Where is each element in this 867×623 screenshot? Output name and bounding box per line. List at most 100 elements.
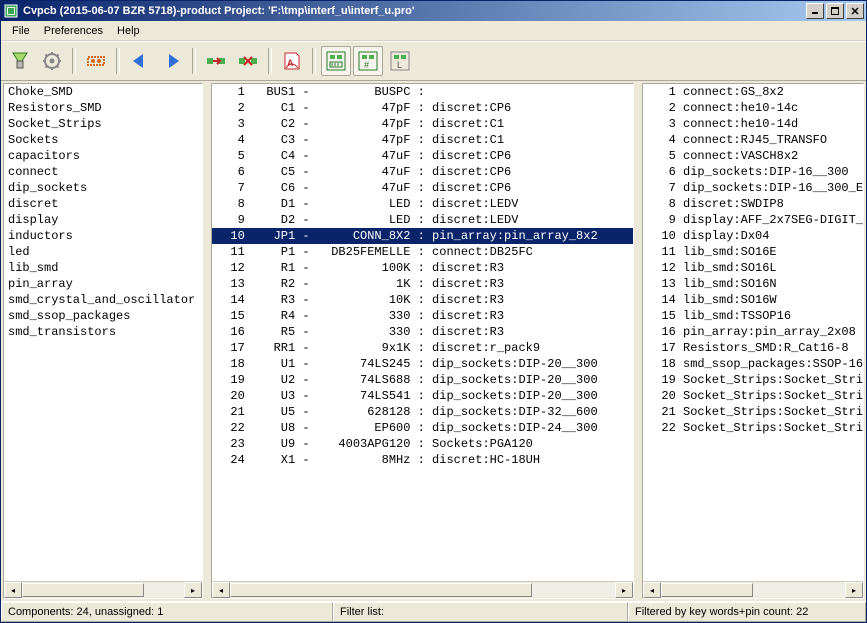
component-row[interactable]: 18 U1 - 74LS245 : dip_sockets:DIP-20__30… <box>212 356 633 372</box>
footprint-row[interactable]: 13 lib_smd:SO16N <box>643 276 863 292</box>
library-row[interactable]: dip_sockets <box>4 180 202 196</box>
library-list[interactable]: Choke_SMDResistors_SMDSocket_StripsSocke… <box>4 84 202 581</box>
component-row[interactable]: 10 JP1 - CONN_8X2 : pin_array:pin_array_… <box>212 228 633 244</box>
footprint-row[interactable]: 5 connect:VASCH8x2 <box>643 148 863 164</box>
footprint-row[interactable]: 1 connect:GS_8x2 <box>643 84 863 100</box>
footprint-row[interactable]: 16 pin_array:pin_array_2x08 <box>643 324 863 340</box>
library-row[interactable]: smd_transistors <box>4 324 202 340</box>
library-row[interactable]: Choke_SMD <box>4 84 202 100</box>
footprint-row[interactable]: 15 lib_smd:TSSOP16 <box>643 308 863 324</box>
footprint-row[interactable]: 9 display:AFF_2x7SEG-DIGIT_10 <box>643 212 863 228</box>
component-row[interactable]: 16 R5 - 330 : discret:R3 <box>212 324 633 340</box>
app-icon <box>3 3 19 19</box>
scroll-left-icon[interactable]: ◂ <box>4 582 22 598</box>
footprint-row[interactable]: 17 Resistors_SMD:R_Cat16-8 <box>643 340 863 356</box>
component-row[interactable]: 22 U8 - EP600 : dip_sockets:DIP-24__300 <box>212 420 633 436</box>
component-row[interactable]: 11 P1 - DB25FEMELLE : connect:DB25FC <box>212 244 633 260</box>
component-row[interactable]: 13 R2 - 1K : discret:R3 <box>212 276 633 292</box>
settings-button[interactable] <box>37 46 67 76</box>
scroll-right-icon[interactable]: ▸ <box>184 582 202 598</box>
footprint-row[interactable]: 6 dip_sockets:DIP-16__300 <box>643 164 863 180</box>
library-row[interactable]: Resistors_SMD <box>4 100 202 116</box>
status-filtered: Filtered by key words+pin count: 22 <box>628 602 866 622</box>
library-row[interactable]: smd_crystal_and_oscillator <box>4 292 202 308</box>
component-hscroll[interactable]: ◂ ▸ <box>212 581 633 598</box>
auto-associate-button[interactable] <box>201 46 231 76</box>
filter-pincount-button[interactable]: # <box>353 46 383 76</box>
footprint-row[interactable]: 2 connect:he10-14c <box>643 100 863 116</box>
footprint-row[interactable]: 3 connect:he10-14d <box>643 116 863 132</box>
title-text: Cvpcb (2015-06-07 BZR 5718)-product Proj… <box>23 5 806 17</box>
component-panel: 1 BUS1 - BUSPC : 2 C1 - 47pF : discret:C… <box>211 83 634 599</box>
library-row[interactable]: Sockets <box>4 132 202 148</box>
component-row[interactable]: 1 BUS1 - BUSPC : <box>212 84 633 100</box>
datasheet-button[interactable]: A <box>277 46 307 76</box>
component-row[interactable]: 24 X1 - 8MHz : discret:HC-18UH <box>212 452 633 468</box>
status-components: Components: 24, unassigned: 1 <box>1 602 333 622</box>
component-list[interactable]: 1 BUS1 - BUSPC : 2 C1 - 47pF : discret:C… <box>212 84 633 581</box>
menu-help[interactable]: Help <box>110 23 147 39</box>
library-row[interactable]: Socket_Strips <box>4 116 202 132</box>
component-row[interactable]: 8 D1 - LED : discret:LEDV <box>212 196 633 212</box>
footprint-row[interactable]: 10 display:Dx04 <box>643 228 863 244</box>
library-row[interactable]: smd_ssop_packages <box>4 308 202 324</box>
close-button[interactable] <box>846 3 864 19</box>
footprint-row[interactable]: 4 connect:RJ45_TRANSFO <box>643 132 863 148</box>
maximize-button[interactable] <box>826 3 844 19</box>
footprint-row[interactable]: 7 dip_sockets:DIP-16__300_ELL <box>643 180 863 196</box>
scroll-right-icon[interactable]: ▸ <box>615 582 633 598</box>
footprint-hscroll[interactable]: ◂ ▸ <box>643 581 863 598</box>
footprint-list[interactable]: 1 connect:GS_8x2 2 connect:he10-14c 3 co… <box>643 84 863 581</box>
component-row[interactable]: 23 U9 - 4003APG120 : Sockets:PGA120 <box>212 436 633 452</box>
svg-text:L: L <box>397 60 402 70</box>
component-row[interactable]: 5 C4 - 47uF : discret:CP6 <box>212 148 633 164</box>
component-row[interactable]: 4 C3 - 47pF : discret:C1 <box>212 132 633 148</box>
library-panel: Choke_SMDResistors_SMDSocket_StripsSocke… <box>3 83 203 599</box>
component-row[interactable]: 2 C1 - 47pF : discret:CP6 <box>212 100 633 116</box>
component-row[interactable]: 19 U2 - 74LS688 : dip_sockets:DIP-20__30… <box>212 372 633 388</box>
library-row[interactable]: connect <box>4 164 202 180</box>
save-button[interactable] <box>5 46 35 76</box>
filter-library-button[interactable]: L <box>385 46 415 76</box>
footprint-row[interactable]: 14 lib_smd:SO16W <box>643 292 863 308</box>
component-row[interactable]: 14 R3 - 10K : discret:R3 <box>212 292 633 308</box>
component-row[interactable]: 15 R4 - 330 : discret:R3 <box>212 308 633 324</box>
footprint-row[interactable]: 12 lib_smd:SO16L <box>643 260 863 276</box>
footprint-row[interactable]: 22 Socket_Strips:Socket_Strip_ <box>643 420 863 436</box>
library-row[interactable]: inductors <box>4 228 202 244</box>
minimize-button[interactable] <box>806 3 824 19</box>
view-footprint-button[interactable] <box>81 46 111 76</box>
library-row[interactable]: display <box>4 212 202 228</box>
component-row[interactable]: 21 U5 - 628128 : dip_sockets:DIP-32__600 <box>212 404 633 420</box>
prev-button[interactable] <box>125 46 155 76</box>
footprint-row[interactable]: 20 Socket_Strips:Socket_Strip_ <box>643 388 863 404</box>
delete-associations-button[interactable] <box>233 46 263 76</box>
component-row[interactable]: 6 C5 - 47uF : discret:CP6 <box>212 164 633 180</box>
component-row[interactable]: 12 R1 - 100K : discret:R3 <box>212 260 633 276</box>
footprint-row[interactable]: 18 smd_ssop_packages:SSOP-16 <box>643 356 863 372</box>
menu-file[interactable]: File <box>5 23 37 39</box>
component-row[interactable]: 20 U3 - 74LS541 : dip_sockets:DIP-20__30… <box>212 388 633 404</box>
component-row[interactable]: 17 RR1 - 9x1K : discret:r_pack9 <box>212 340 633 356</box>
scroll-right-icon[interactable]: ▸ <box>845 582 863 598</box>
scroll-left-icon[interactable]: ◂ <box>212 582 230 598</box>
library-hscroll[interactable]: ◂ ▸ <box>4 581 202 598</box>
library-row[interactable]: led <box>4 244 202 260</box>
svg-text:A: A <box>287 58 294 68</box>
library-row[interactable]: discret <box>4 196 202 212</box>
footprint-row[interactable]: 11 lib_smd:SO16E <box>643 244 863 260</box>
footprint-row[interactable]: 19 Socket_Strips:Socket_Strip_ <box>643 372 863 388</box>
next-button[interactable] <box>157 46 187 76</box>
footprint-row[interactable]: 21 Socket_Strips:Socket_Strip_ <box>643 404 863 420</box>
menu-preferences[interactable]: Preferences <box>37 23 110 39</box>
library-row[interactable]: lib_smd <box>4 260 202 276</box>
component-row[interactable]: 3 C2 - 47pF : discret:C1 <box>212 116 633 132</box>
filter-keywords-button[interactable] <box>321 46 351 76</box>
footprint-row[interactable]: 8 discret:SWDIP8 <box>643 196 863 212</box>
titlebar: Cvpcb (2015-06-07 BZR 5718)-product Proj… <box>1 1 866 21</box>
library-row[interactable]: capacitors <box>4 148 202 164</box>
component-row[interactable]: 9 D2 - LED : discret:LEDV <box>212 212 633 228</box>
scroll-left-icon[interactable]: ◂ <box>643 582 661 598</box>
library-row[interactable]: pin_array <box>4 276 202 292</box>
component-row[interactable]: 7 C6 - 47uF : discret:CP6 <box>212 180 633 196</box>
